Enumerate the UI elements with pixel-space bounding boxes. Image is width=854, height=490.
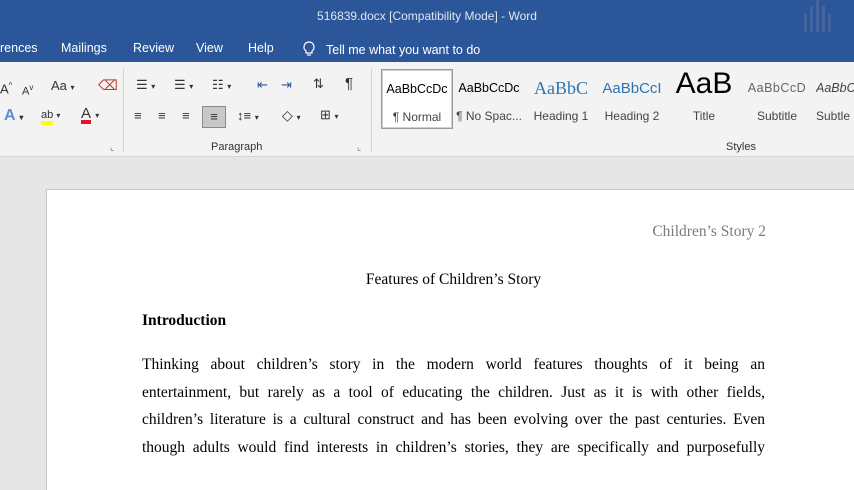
text-effects-icon: A <box>4 107 15 124</box>
increase-indent-icon: ⇥ <box>281 77 292 92</box>
style-sample: AaBbCcDc <box>386 82 448 96</box>
align-center-icon: ≡ <box>158 108 166 123</box>
document-canvas: Children’s Story 2 Features of Children’… <box>0 157 854 490</box>
style-name: Subtitle <box>756 109 798 123</box>
style-heading-2[interactable]: AaBbCcI Heading 2 <box>599 69 665 127</box>
paragraph-dialog-launcher[interactable]: ⌞ <box>357 142 361 153</box>
decrease-indent-icon: ⇤ <box>257 77 268 92</box>
tab-help[interactable]: Help <box>248 41 274 55</box>
highlight-button[interactable]: ab ▾ <box>41 108 60 125</box>
style-name: ¶ No Spac... <box>456 109 522 123</box>
clear-formatting-button[interactable]: ⌫ <box>98 78 118 92</box>
shading-button[interactable]: ◇ ▾ <box>282 108 301 125</box>
line-spacing-button[interactable]: ↕≡ ▾ <box>237 109 259 125</box>
paragraph-line: though adults would find interests in ch… <box>142 438 765 456</box>
grow-font-icon: A <box>0 81 9 97</box>
align-left-button[interactable]: ≡ <box>134 109 142 123</box>
paragraph-line: entertainment, but rarely as a tool of e… <box>142 383 765 401</box>
styles-group-label: Styles <box>726 141 756 153</box>
sort-icon: ⇅ <box>313 76 324 91</box>
style-name: ¶ Normal <box>392 110 442 124</box>
multilevel-list-icon: ☷ <box>212 77 224 92</box>
tab-references[interactable]: rences <box>0 41 38 55</box>
style-sample: AaBbCcI <box>602 80 662 97</box>
style-heading-1[interactable]: AaBbC Heading 1 <box>528 69 594 127</box>
pilcrow-icon: ¶ <box>345 75 354 92</box>
decrease-indent-button[interactable]: ⇤ <box>257 78 268 92</box>
ribbon-separator <box>371 68 372 152</box>
paragraph-group-label: Paragraph <box>211 141 263 153</box>
style-title[interactable]: AaB Title <box>670 67 738 127</box>
shrink-font-button[interactable]: Av <box>22 81 33 99</box>
tab-review[interactable]: Review <box>133 41 174 55</box>
increase-indent-button[interactable]: ⇥ <box>281 78 292 92</box>
align-right-icon: ≡ <box>182 108 190 123</box>
font-color-button[interactable]: A ▾ <box>81 105 99 124</box>
numbering-button[interactable]: ☰ ▾ <box>174 78 193 94</box>
document-page[interactable]: Children’s Story 2 Features of Children’… <box>46 189 854 490</box>
align-left-icon: ≡ <box>134 108 142 123</box>
style-subtle-emphasis[interactable]: AaBbC Subtle <box>816 69 854 127</box>
page-header: Children’s Story 2 <box>652 223 766 240</box>
tab-mailings[interactable]: Mailings <box>61 41 107 55</box>
line-spacing-icon: ↕≡ <box>237 108 252 123</box>
tab-view[interactable]: View <box>196 41 223 55</box>
style-name: Heading 1 <box>533 109 589 123</box>
styles-gallery: AaBbCcDc ¶ Normal AaBbCcDc ¶ No Spac... … <box>379 67 854 129</box>
shading-icon: ◇ <box>282 107 293 123</box>
text-effects-button[interactable]: A ▾ <box>4 107 23 125</box>
font-color-icon: A <box>81 105 92 124</box>
align-right-button[interactable]: ≡ <box>182 109 190 123</box>
justify-icon: ≡ <box>210 109 218 124</box>
font-dialog-launcher[interactable]: ⌞ <box>110 142 114 153</box>
borders-button[interactable]: ⊞ ▾ <box>320 108 339 124</box>
sort-button[interactable]: ⇅ <box>313 77 324 91</box>
paragraph-line: Thinking about children’s story in the m… <box>142 356 765 373</box>
word-logo-icon <box>802 0 836 32</box>
title-bar: 516839.docx [Compatibility Mode] - Word <box>0 0 854 34</box>
style-no-spacing[interactable]: AaBbCcDc ¶ No Spac... <box>455 69 523 127</box>
lightbulb-icon <box>303 41 315 56</box>
style-normal[interactable]: AaBbCcDc ¶ Normal <box>381 69 453 129</box>
paragraph-line: children’s literature is a cultural cons… <box>142 411 765 428</box>
document-title: Features of Children’s Story <box>365 271 542 288</box>
ribbon-separator <box>123 68 124 152</box>
style-sample: AaBbCcD <box>747 81 807 95</box>
style-name: Subtle <box>816 109 851 123</box>
style-name: Title <box>692 109 716 123</box>
tell-me-label: Tell me what you want to do <box>326 43 481 57</box>
numbering-icon: ☰ <box>174 77 186 92</box>
section-heading: Introduction <box>142 312 227 329</box>
change-case-icon: Aa <box>51 78 67 93</box>
style-name: Heading 2 <box>604 109 660 123</box>
body-paragraph: Thinking about children’s story in the m… <box>142 351 765 461</box>
style-sample: AaBbCcDc <box>458 81 520 95</box>
bullets-button[interactable]: ☰ ▾ <box>136 78 155 94</box>
style-sample: AaBbC <box>534 78 588 98</box>
show-formatting-button[interactable]: ¶ <box>345 75 354 92</box>
grow-font-button[interactable]: A^ <box>0 79 12 96</box>
multilevel-list-button[interactable]: ☷ ▾ <box>212 78 231 94</box>
change-case-button[interactable]: Aa ▾ <box>51 79 75 95</box>
borders-icon: ⊞ <box>320 107 331 122</box>
tell-me-search[interactable]: Tell me what you want to do <box>302 41 480 57</box>
align-center-button[interactable]: ≡ <box>158 109 166 123</box>
highlight-icon: ab <box>41 109 54 125</box>
style-sample: AaB <box>675 67 733 100</box>
justify-button[interactable]: ≡ <box>202 106 226 128</box>
style-sample: AaBbC <box>816 81 854 95</box>
ribbon: A^ Av Aa ▾ ⌫ A ▾ ab ▾ A ▾ ⌞ ☰ ▾ ☰ ▾ ☷ ▾ … <box>0 62 854 157</box>
ribbon-tabs: rences Mailings Review View Help Tell me… <box>0 34 854 62</box>
style-subtitle[interactable]: AaBbCcD Subtitle <box>743 69 811 127</box>
window-title: 516839.docx [Compatibility Mode] - Word <box>317 9 537 23</box>
bullets-icon: ☰ <box>136 77 148 92</box>
